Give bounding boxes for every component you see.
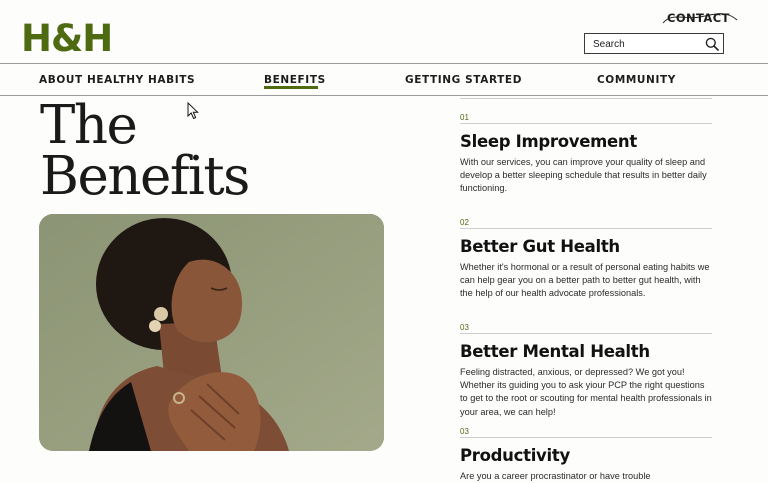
search-box <box>584 33 724 54</box>
search-icon[interactable] <box>705 37 719 56</box>
nav-active-indicator <box>264 86 318 89</box>
contact-link[interactable]: CONTACT <box>667 11 730 25</box>
nav-item-community[interactable]: COMMUNITY <box>597 74 676 86</box>
nav-item-getting-started[interactable]: GETTING STARTED <box>405 74 522 86</box>
benefit-number: 01 <box>460 113 469 122</box>
benefit-description: With our services, you can improve your … <box>460 157 707 194</box>
benefit-description: Whether it's hormonal or a result of per… <box>460 262 710 299</box>
benefit-description: Are you a career procrastinator or have … <box>460 471 651 481</box>
benefit-number: 03 <box>460 427 469 436</box>
benefit-description: Feeling distracted, anxious, or depresse… <box>460 367 712 417</box>
page-title-line-2: Benefits <box>40 146 250 207</box>
nav-item-about-healthy-habits[interactable]: ABOUT HEALTHY HABITS <box>39 74 195 86</box>
search-input[interactable] <box>593 37 701 51</box>
page-title: The Benefits <box>40 99 250 203</box>
main-nav: ABOUT HEALTHY HABITS BENEFITS GETTING ST… <box>0 63 768 96</box>
benefit-title: Productivity <box>460 446 570 465</box>
hero-photo <box>39 214 384 451</box>
benefit-divider <box>460 123 712 124</box>
benefit-divider <box>460 333 712 334</box>
benefit-title: Sleep Improvement <box>460 132 637 151</box>
benefits-top-divider <box>460 98 712 99</box>
benefit-divider <box>460 228 712 229</box>
benefit-number: 02 <box>460 218 469 227</box>
benefit-divider <box>460 437 712 438</box>
benefit-title: Better Mental Health <box>460 342 650 361</box>
benefit-number: 03 <box>460 323 469 332</box>
site-logo[interactable]: H&H <box>21 20 113 57</box>
benefit-title: Better Gut Health <box>460 237 620 256</box>
nav-item-benefits[interactable]: BENEFITS <box>264 74 326 86</box>
